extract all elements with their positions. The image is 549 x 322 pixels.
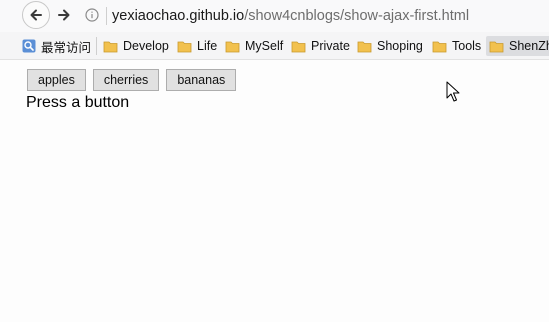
bookmark-life[interactable]: Life <box>177 36 217 56</box>
folder-icon <box>357 39 372 53</box>
page-content: apples cherries bananas Press a button <box>0 60 549 322</box>
fruit-button-row: apples cherries bananas <box>27 69 243 91</box>
bookmark-shenzh[interactable]: ShenZh <box>486 36 549 56</box>
address-bar[interactable]: yexiaochao.github.io/show4cnblogs/show-a… <box>112 7 469 25</box>
globe-search-icon <box>22 39 36 53</box>
bookmark-label: Private <box>311 39 350 53</box>
bookmark-shoping[interactable]: Shoping <box>357 36 423 56</box>
url-separator <box>106 7 107 25</box>
bookmark-label: Life <box>197 39 218 53</box>
nav-buttons <box>22 1 80 29</box>
bookmark-separator <box>96 37 97 55</box>
browser-window: yexiaochao.github.io/show4cnblogs/show-a… <box>0 0 549 322</box>
folder-icon <box>177 39 192 53</box>
apples-button[interactable]: apples <box>27 69 86 91</box>
folder-icon <box>291 39 306 53</box>
folder-icon <box>103 39 118 53</box>
bookmark-develop[interactable]: Develop <box>103 36 169 56</box>
folder-icon <box>225 39 240 53</box>
navigation-bar: yexiaochao.github.io/show4cnblogs/show-a… <box>0 0 549 32</box>
mouse-cursor-icon <box>446 81 460 102</box>
url-path: /show4cnblogs/show-ajax-first.html <box>244 8 470 24</box>
bookmark-label: ShenZh <box>509 39 549 53</box>
site-info-icon[interactable] <box>84 7 100 23</box>
bookmark-label: Shoping <box>377 39 423 53</box>
bookmark-most-visited[interactable]: 最常访问 <box>22 36 91 56</box>
url-host: yexiaochao.github.io <box>112 8 245 24</box>
status-text: Press a button <box>26 94 130 111</box>
bananas-button[interactable]: bananas <box>166 69 237 91</box>
bookmarks-toolbar: 最常访问 Develop Life MySelf Private Shoping… <box>0 32 549 60</box>
bookmark-label: Develop <box>123 39 169 53</box>
bookmark-label: MySelf <box>245 39 284 53</box>
bookmark-myself[interactable]: MySelf <box>225 36 283 56</box>
folder-icon <box>489 39 504 53</box>
bookmark-private[interactable]: Private <box>291 36 350 56</box>
cherries-button[interactable]: cherries <box>92 69 160 91</box>
bookmark-tools[interactable]: Tools <box>432 36 481 56</box>
bookmark-label: Tools <box>452 39 482 53</box>
folder-icon <box>432 39 447 53</box>
arrow-right-icon <box>58 9 70 21</box>
forward-button[interactable] <box>52 4 76 26</box>
arrow-left-icon <box>30 9 42 21</box>
back-button[interactable] <box>22 1 50 29</box>
bookmark-label: 最常访问 <box>41 40 92 55</box>
